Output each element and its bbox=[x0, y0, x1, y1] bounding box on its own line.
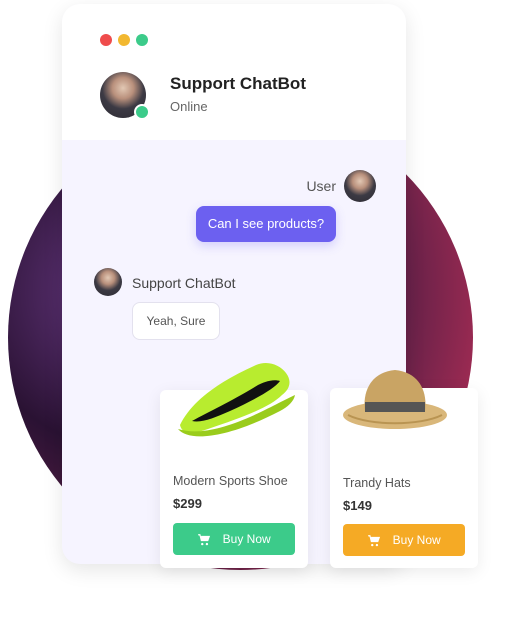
online-status-icon bbox=[134, 104, 150, 120]
user-avatar bbox=[344, 170, 376, 202]
buy-now-label: Buy Now bbox=[392, 533, 441, 547]
buy-now-button[interactable]: Buy Now bbox=[173, 523, 295, 555]
chat-header bbox=[62, 4, 406, 140]
bot-label: Support ChatBot bbox=[132, 275, 236, 291]
cart-icon bbox=[368, 534, 381, 547]
product-name: Modern Sports Shoe bbox=[173, 474, 288, 488]
product-name: Trandy Hats bbox=[343, 476, 411, 490]
minimize-dot-icon[interactable] bbox=[118, 34, 130, 46]
shoe-image bbox=[178, 362, 295, 437]
close-dot-icon[interactable] bbox=[100, 34, 112, 46]
bot-avatar-small bbox=[94, 268, 122, 296]
bot-message-bubble: Yeah, Sure bbox=[132, 302, 220, 340]
product-price: $299 bbox=[173, 496, 202, 511]
product-price: $149 bbox=[343, 498, 372, 513]
bot-title: Support ChatBot bbox=[170, 74, 306, 93]
buy-now-label: Buy Now bbox=[222, 532, 271, 546]
maximize-dot-icon[interactable] bbox=[136, 34, 148, 46]
user-label: User bbox=[306, 178, 336, 194]
buy-now-button[interactable]: Buy Now bbox=[343, 524, 465, 556]
hat-image bbox=[343, 370, 447, 429]
user-message-bubble: Can I see products? bbox=[196, 206, 336, 242]
bot-status: Online bbox=[170, 99, 208, 114]
cart-icon bbox=[198, 533, 211, 546]
